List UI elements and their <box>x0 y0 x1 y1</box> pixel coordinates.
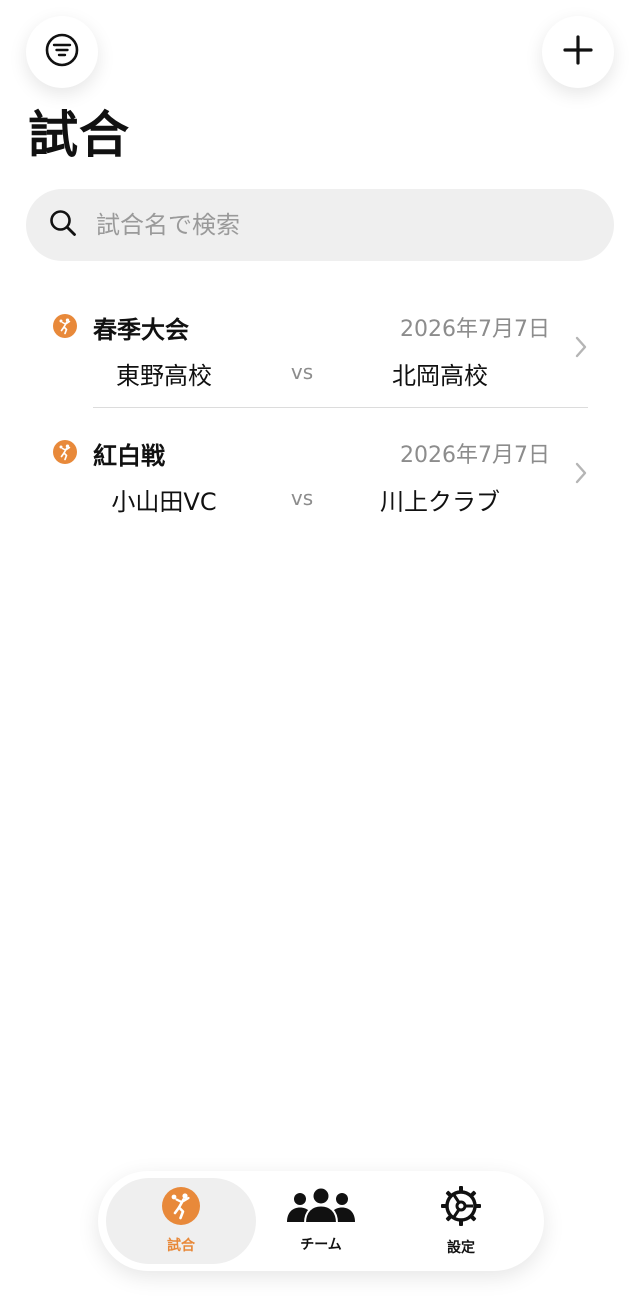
filter-button[interactable] <box>26 16 98 88</box>
volleyball-player-icon <box>53 440 77 464</box>
tab-label: 試合 <box>167 1238 195 1254</box>
tab-teams[interactable]: チーム <box>246 1178 396 1264</box>
gear-icon <box>440 1185 482 1231</box>
volleyball-player-icon <box>162 1187 200 1229</box>
filter-lines-icon <box>44 32 80 72</box>
people-icon <box>285 1188 357 1228</box>
tab-settings[interactable]: 設定 <box>386 1178 536 1264</box>
search-input[interactable] <box>94 210 578 240</box>
match-list: 春季大会 2026年7月7日 東野高校 vs 北岡高校 紅白戦 2026年7月7… <box>0 290 640 534</box>
match-row[interactable]: 紅白戦 2026年7月7日 小山田VC vs 川上クラブ <box>0 416 640 534</box>
away-team: 北岡高校 <box>392 362 488 390</box>
home-team: 小山田VC <box>111 488 217 516</box>
vs-label: vs <box>290 360 314 384</box>
plus-icon <box>561 33 595 71</box>
home-team: 東野高校 <box>116 362 212 390</box>
away-team: 川上クラブ <box>380 488 500 516</box>
row-divider <box>93 407 588 408</box>
match-date: 2026年7月7日 <box>400 317 550 342</box>
match-name: 紅白戦 <box>93 442 165 470</box>
chevron-right-icon <box>574 461 588 489</box>
match-name: 春季大会 <box>93 316 189 344</box>
vs-label: vs <box>290 486 314 510</box>
tab-bar: 試合 チーム 設定 <box>98 1171 544 1271</box>
page-title: 試合 <box>28 106 130 164</box>
tab-label: チーム <box>300 1237 342 1253</box>
match-date: 2026年7月7日 <box>400 443 550 468</box>
search-bar[interactable] <box>26 189 614 261</box>
match-row[interactable]: 春季大会 2026年7月7日 東野高校 vs 北岡高校 <box>0 290 640 408</box>
add-match-button[interactable] <box>542 16 614 88</box>
search-icon <box>48 208 78 242</box>
tab-matches[interactable]: 試合 <box>106 1178 256 1264</box>
tab-label: 設定 <box>447 1240 475 1256</box>
chevron-right-icon <box>574 335 588 363</box>
volleyball-player-icon <box>53 314 77 338</box>
